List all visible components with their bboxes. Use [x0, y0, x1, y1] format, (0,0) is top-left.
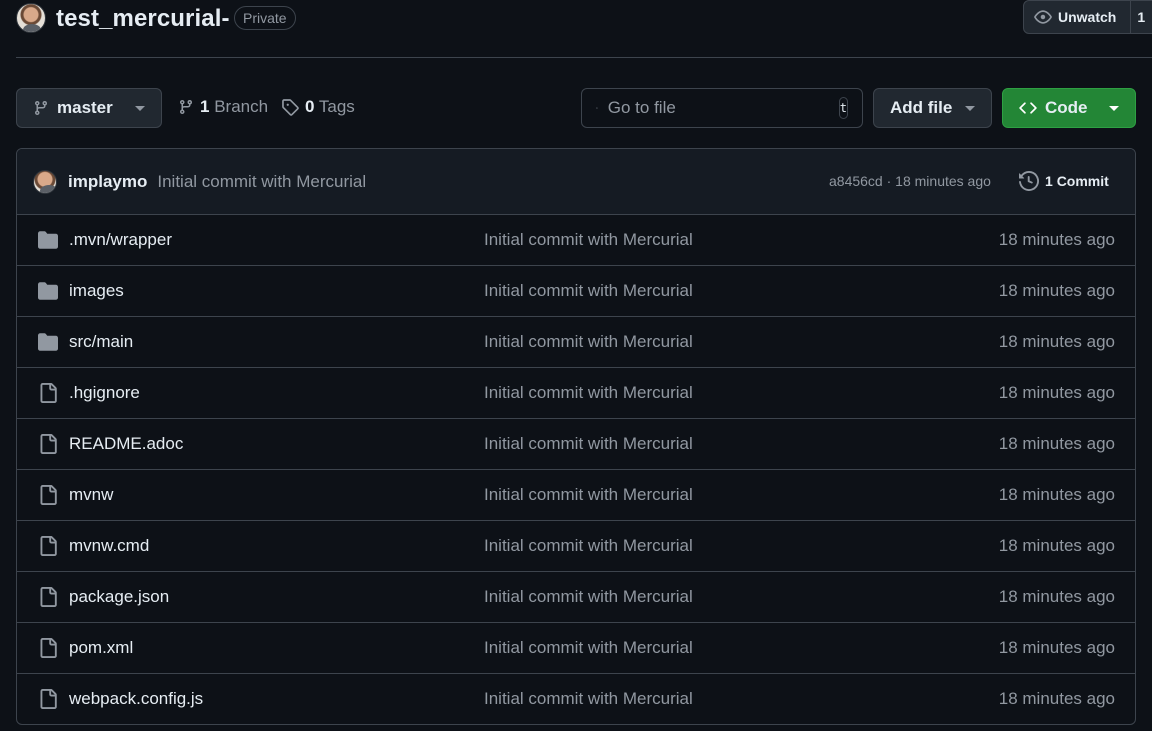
- file-name[interactable]: webpack.config.js: [69, 689, 203, 709]
- file-icon: [40, 536, 57, 556]
- repo-title[interactable]: test_mercurial-: [56, 5, 230, 33]
- file-commit-message[interactable]: Initial commit with Mercurial: [484, 638, 693, 658]
- folder-icon: [38, 333, 58, 351]
- file-commit-message[interactable]: Initial commit with Mercurial: [484, 230, 693, 250]
- commit-hash-time[interactable]: a8456cd · 18 minutes ago: [829, 173, 991, 189]
- go-to-file-search[interactable]: t: [581, 88, 863, 128]
- folder-icon: [38, 282, 58, 300]
- branches-count: 1: [200, 97, 210, 116]
- visibility-badge: Private: [234, 6, 296, 30]
- file-icon: [40, 485, 57, 505]
- folder-icon: [38, 231, 58, 249]
- branch-selector[interactable]: master: [16, 88, 162, 128]
- chevron-down-icon: [965, 105, 975, 111]
- unwatch-label: Unwatch: [1058, 9, 1117, 25]
- tags-count: 0: [305, 97, 315, 116]
- file-commit-time: 18 minutes ago: [998, 332, 1115, 351]
- file-commit-message[interactable]: Initial commit with Mercurial: [484, 485, 693, 505]
- tags-label: Tags: [318, 97, 355, 116]
- file-row[interactable]: README.adoc Initial commit with Mercurial…: [17, 419, 1135, 470]
- git-branch-icon: [34, 101, 47, 116]
- file-commit-message[interactable]: Initial commit with Mercurial: [484, 281, 693, 301]
- file-name[interactable]: pom.xml: [69, 638, 133, 658]
- file-row[interactable]: .hgignore Initial commit with Mercurial 18…: [17, 368, 1135, 419]
- file-commit-time: 18 minutes ago: [998, 383, 1115, 402]
- file-commit-time: 18 minutes ago: [998, 536, 1115, 555]
- search-input[interactable]: [607, 98, 829, 118]
- keyboard-shortcut-hint: t: [838, 97, 848, 119]
- file-row[interactable]: images Initial commit with Mercurial 18 mi…: [17, 266, 1135, 317]
- branches-link[interactable]: 1 Branch: [178, 97, 268, 117]
- tag-icon: [282, 99, 299, 116]
- file-commit-message[interactable]: Initial commit with Mercurial: [484, 587, 693, 607]
- file-name[interactable]: package.json: [69, 587, 169, 607]
- file-name[interactable]: mvnw: [69, 485, 113, 505]
- branches-label: Branch: [214, 97, 269, 116]
- watch-count: 1: [1130, 0, 1151, 34]
- chevron-down-icon: [1109, 105, 1119, 111]
- file-commit-message[interactable]: Initial commit with Mercurial: [484, 434, 693, 454]
- branch-name: master: [57, 98, 113, 117]
- file-icon: [40, 587, 57, 607]
- file-row[interactable]: webpack.config.js Initial commit with Mer…: [17, 674, 1135, 724]
- search-icon: [596, 107, 598, 109]
- commits-link[interactable]: 1 Commit: [1019, 171, 1109, 191]
- commit-hash[interactable]: a8456cd: [829, 173, 883, 189]
- file-row[interactable]: src/main Initial commit with Mercurial 18 …: [17, 317, 1135, 368]
- file-row[interactable]: pom.xml Initial commit with Mercurial 18 m…: [17, 623, 1135, 674]
- add-file-button[interactable]: Add file: [873, 88, 992, 128]
- code-label: Code: [1045, 98, 1088, 117]
- file-commit-time: 18 minutes ago: [998, 689, 1115, 708]
- commits-count: 1: [1045, 173, 1053, 189]
- file-commit-time: 18 minutes ago: [998, 434, 1115, 453]
- owner-avatar[interactable]: [16, 3, 46, 33]
- file-icon: [40, 638, 57, 658]
- author-avatar[interactable]: [33, 169, 57, 194]
- file-commit-message[interactable]: Initial commit with Mercurial: [484, 383, 693, 403]
- code-button[interactable]: Code: [1002, 88, 1136, 128]
- chevron-down-icon: [135, 105, 145, 111]
- git-branch-icon: [179, 100, 192, 115]
- file-name[interactable]: README.adoc: [69, 434, 183, 454]
- file-icon: [40, 383, 57, 403]
- eye-icon: [1034, 10, 1052, 24]
- header-divider: [16, 57, 1152, 58]
- file-commit-message[interactable]: Initial commit with Mercurial: [484, 332, 693, 352]
- file-commit-time: 18 minutes ago: [998, 230, 1115, 249]
- file-icon: [40, 434, 57, 454]
- file-browser: implaymo Initial commit with Mercurial a…: [16, 148, 1136, 725]
- file-commit-time: 18 minutes ago: [998, 587, 1115, 606]
- unwatch-button[interactable]: Unwatch 1: [1023, 0, 1152, 34]
- file-commit-message[interactable]: Initial commit with Mercurial: [484, 536, 693, 556]
- repo-header: test_mercurial- Private Unwatch 1: [0, 0, 1152, 40]
- add-file-label: Add file: [890, 98, 953, 117]
- file-name[interactable]: src/main: [69, 332, 133, 352]
- file-commit-time: 18 minutes ago: [998, 485, 1115, 504]
- code-icon: [1019, 102, 1037, 114]
- file-row[interactable]: package.json Initial commit with Mercuria…: [17, 572, 1135, 623]
- file-name[interactable]: mvnw.cmd: [69, 536, 149, 556]
- file-list: .mvn/wrapper Initial commit with Mercuria…: [17, 215, 1135, 724]
- commit-time: 18 minutes ago: [895, 173, 991, 189]
- file-icon: [40, 689, 57, 709]
- file-name[interactable]: images: [69, 281, 124, 301]
- file-commit-message[interactable]: Initial commit with Mercurial: [484, 689, 693, 709]
- latest-commit-bar: implaymo Initial commit with Mercurial a…: [17, 149, 1135, 215]
- tags-link[interactable]: 0 Tags: [281, 97, 355, 117]
- commit-message[interactable]: Initial commit with Mercurial: [157, 172, 366, 192]
- commits-label: Commit: [1056, 173, 1109, 189]
- file-row[interactable]: .mvn/wrapper Initial commit with Mercuria…: [17, 215, 1135, 266]
- file-commit-time: 18 minutes ago: [998, 281, 1115, 300]
- commit-author[interactable]: implaymo: [68, 172, 147, 192]
- history-icon: [1019, 171, 1039, 191]
- file-row[interactable]: mvnw Initial commit with Mercurial 18 minu…: [17, 470, 1135, 521]
- file-row[interactable]: mvnw.cmd Initial commit with Mercurial 18 …: [17, 521, 1135, 572]
- file-commit-time: 18 minutes ago: [998, 638, 1115, 657]
- file-name[interactable]: .mvn/wrapper: [69, 230, 172, 250]
- file-name[interactable]: .hgignore: [69, 383, 140, 403]
